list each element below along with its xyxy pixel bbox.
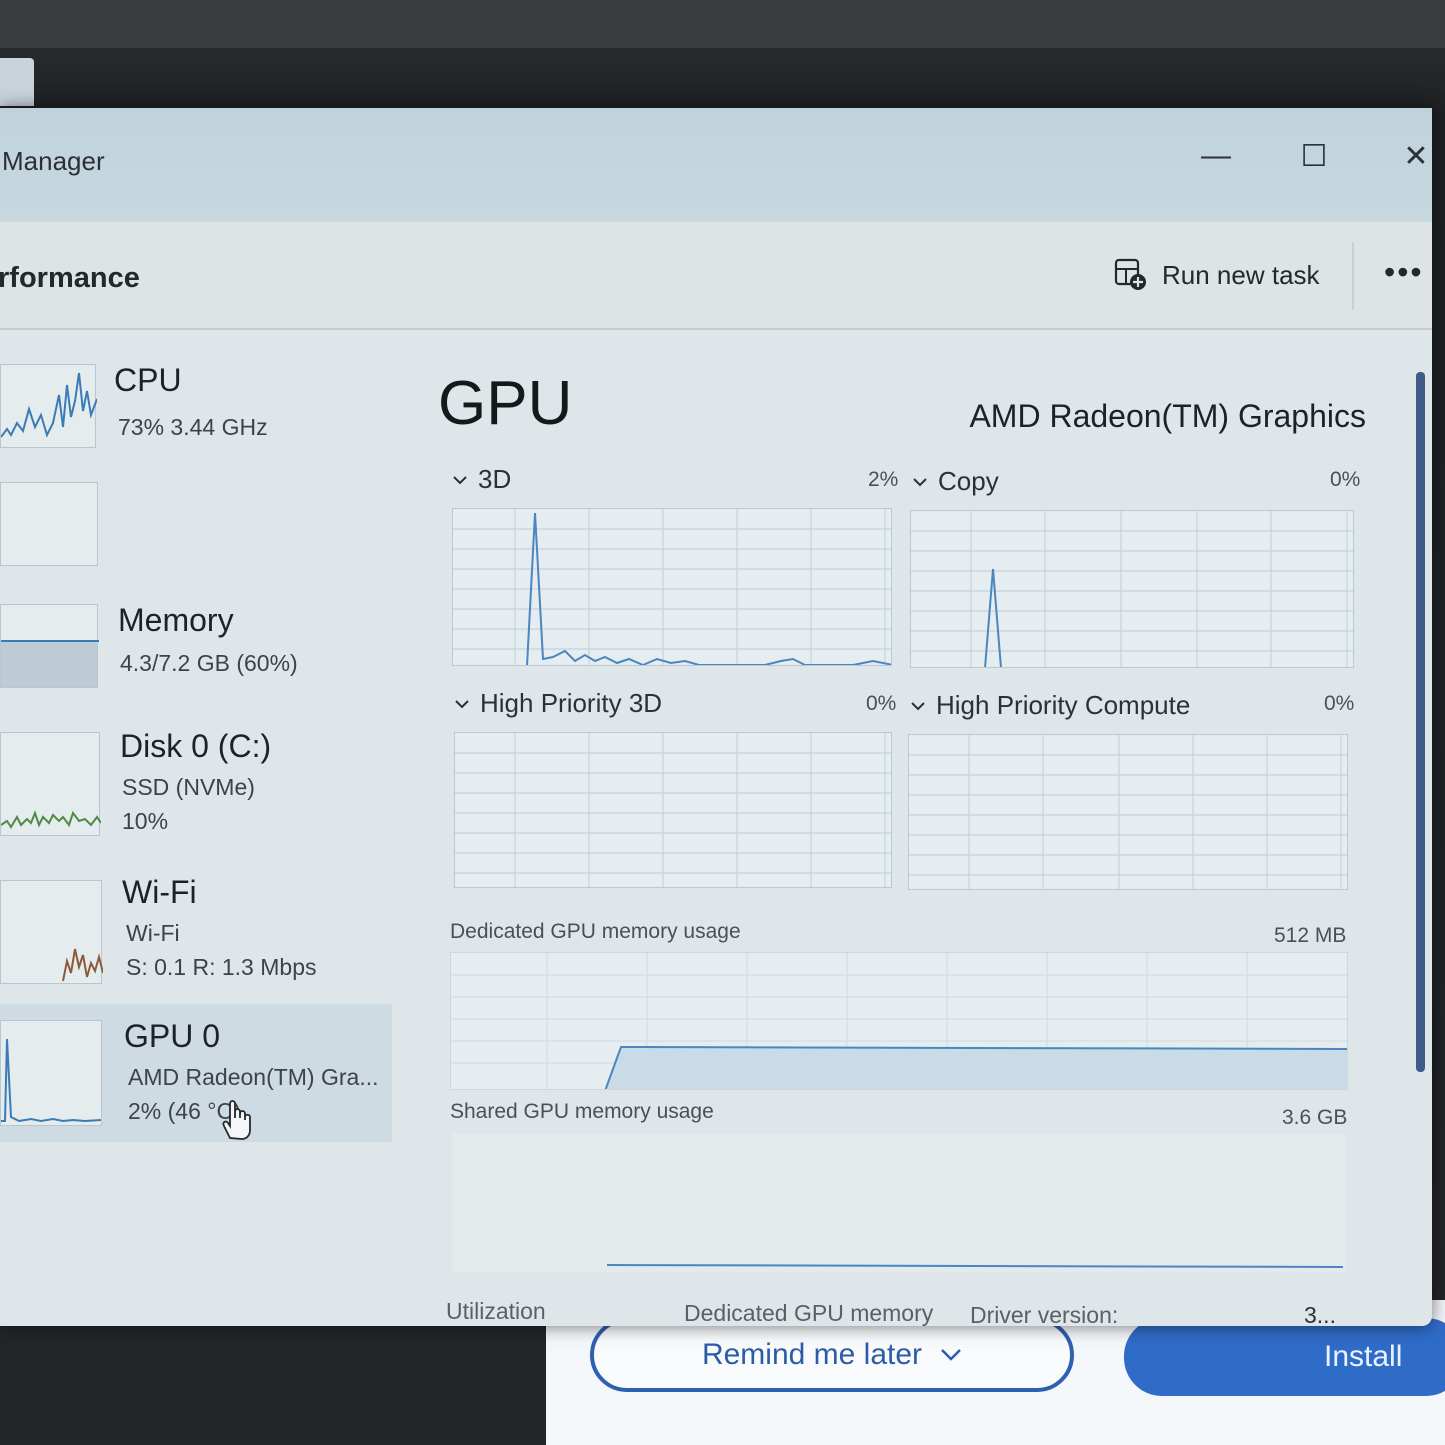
- disk-thumbnail-graph: [0, 732, 102, 836]
- disk-type-text: SSD (NVMe): [122, 774, 255, 800]
- close-icon: ✕: [1403, 139, 1429, 173]
- maximize-icon: ☐: [1300, 139, 1328, 173]
- wifi-adapter-text: Wi-Fi: [126, 920, 180, 946]
- screen: Remind me later Install Manager — ☐ ✕ rf…: [0, 0, 1445, 1445]
- run-new-task-label: Run new task: [1162, 259, 1320, 290]
- cpu-thumbnail-graph: [0, 364, 98, 448]
- install-label: Install: [1324, 1340, 1403, 1373]
- page-heading: GPU: [438, 369, 573, 438]
- engine-label: 3D: [478, 464, 512, 494]
- gpu-model-name: AMD Radeon(TM) Graphics: [969, 398, 1366, 434]
- graph-copy: [910, 510, 1354, 668]
- engine-selector-3d[interactable]: 3D: [452, 464, 511, 495]
- engine-percent: 0%: [1330, 468, 1361, 491]
- engine-label: High Priority 3D: [480, 688, 663, 718]
- sidebar-item-label: Disk 0 (C:): [120, 728, 272, 764]
- minimize-button[interactable]: —: [1186, 126, 1246, 186]
- gpu-model-text: AMD Radeon(TM) Gra...: [128, 1064, 379, 1090]
- run-new-task-button[interactable]: Run new task: [1114, 258, 1320, 292]
- engine-percent: 2%: [868, 468, 899, 491]
- memory-usage-text: 4.3/7.2 GB (60%): [120, 650, 298, 676]
- shared-memory-max: 3.6 GB: [1282, 1106, 1348, 1129]
- window-title: Manager: [2, 146, 105, 176]
- utilization-label: Utilization: [446, 1298, 546, 1324]
- background-window-edge: [0, 58, 34, 106]
- engine-selector-high-priority-compute[interactable]: High Priority Compute: [910, 690, 1190, 721]
- gpu-detail-panel: GPU AMD Radeon(TM) Graphics 3D 2% Copy 0…: [404, 332, 1416, 1326]
- chevron-down-icon: [941, 1349, 961, 1361]
- engine-label: High Priority Compute: [936, 690, 1191, 720]
- close-button[interactable]: ✕: [1386, 126, 1432, 186]
- engine-label: Copy: [938, 466, 999, 496]
- gpu-thumbnail-graph: [0, 1020, 102, 1126]
- chevron-down-icon: [911, 701, 925, 710]
- engine-selector-copy[interactable]: Copy: [912, 466, 999, 497]
- toolbar: rformance Run new task •••: [0, 222, 1432, 330]
- sidebar-item-memory-detail[interactable]: Memory 4.3/7.2 GB (60%): [0, 602, 392, 714]
- cpu-usage-text: 73% 3.44 GHz: [118, 414, 268, 440]
- wifi-throughput-text: S: 0.1 R: 1.3 Mbps: [126, 954, 317, 980]
- chevron-down-icon: [455, 699, 469, 708]
- memory-thumbnail-graph: [0, 604, 99, 688]
- graph-high-priority-3d: [454, 732, 892, 888]
- more-options-button[interactable]: •••: [1384, 254, 1424, 291]
- sidebar-item-label: Wi-Fi: [122, 874, 197, 910]
- sidebar-item-memory[interactable]: [0, 482, 392, 602]
- graph-3d: [452, 508, 892, 666]
- disk-usage-text: 10%: [122, 808, 169, 834]
- page-title: rformance: [0, 262, 140, 294]
- run-task-icon: [1114, 258, 1146, 290]
- dedicated-gpu-memory-label: Dedicated GPU memory: [684, 1300, 934, 1326]
- sidebar-item-disk[interactable]: Disk 0 (C:) SSD (NVMe) 10%: [0, 728, 392, 848]
- scrollbar[interactable]: [1416, 372, 1425, 1072]
- engine-selector-high-priority-3d[interactable]: High Priority 3D: [454, 688, 662, 719]
- chevron-down-icon: [913, 477, 927, 486]
- sidebar-item-label: GPU 0: [124, 1018, 221, 1054]
- performance-sidebar: CPU 73% 3.44 GHz Memory 4.3/7.2 GB (60%)…: [0, 332, 400, 1326]
- memory-thumbnail-graph: [0, 482, 98, 566]
- dedicated-memory-max: 512 MB: [1274, 924, 1347, 947]
- title-bar: Manager — ☐ ✕: [0, 108, 1432, 222]
- more-icon: •••: [1384, 254, 1424, 290]
- remind-me-later-button[interactable]: Remind me later: [590, 1318, 1074, 1392]
- wifi-thumbnail-graph: [0, 880, 104, 984]
- hand-cursor-icon: [222, 1100, 251, 1140]
- sidebar-item-cpu[interactable]: CPU 73% 3.44 GHz: [0, 352, 392, 472]
- graph-high-priority-compute: [908, 734, 1348, 890]
- sidebar-item-label: CPU: [114, 362, 182, 398]
- dedicated-memory-label: Dedicated GPU memory usage: [450, 920, 741, 943]
- driver-version-label: Driver version:: [970, 1302, 1119, 1326]
- task-manager-window: Manager — ☐ ✕ rformance Run new task •••: [0, 108, 1432, 1326]
- install-button[interactable]: Install: [1124, 1318, 1445, 1396]
- monitor-bezel: [0, 0, 1445, 48]
- shared-memory-graph: [450, 1132, 1348, 1274]
- engine-percent: 0%: [866, 692, 897, 715]
- minimize-icon: —: [1201, 139, 1231, 172]
- remind-me-later-label: Remind me later: [701, 1338, 923, 1371]
- sidebar-item-wifi[interactable]: Wi-Fi Wi-Fi S: 0.1 R: 1.3 Mbps: [0, 872, 392, 992]
- engine-percent: 0%: [1324, 692, 1355, 715]
- shared-memory-label: Shared GPU memory usage: [450, 1100, 714, 1123]
- dedicated-memory-graph: [450, 952, 1348, 1090]
- chevron-down-icon: [453, 475, 467, 484]
- driver-version-value: 3...: [1304, 1302, 1336, 1326]
- sidebar-item-gpu[interactable]: GPU 0 AMD Radeon(TM) Gra... 2% (46 °C): [0, 1004, 392, 1142]
- sidebar-item-label: Memory: [118, 602, 234, 638]
- toolbar-divider: [1352, 242, 1354, 310]
- maximize-button[interactable]: ☐: [1284, 126, 1344, 186]
